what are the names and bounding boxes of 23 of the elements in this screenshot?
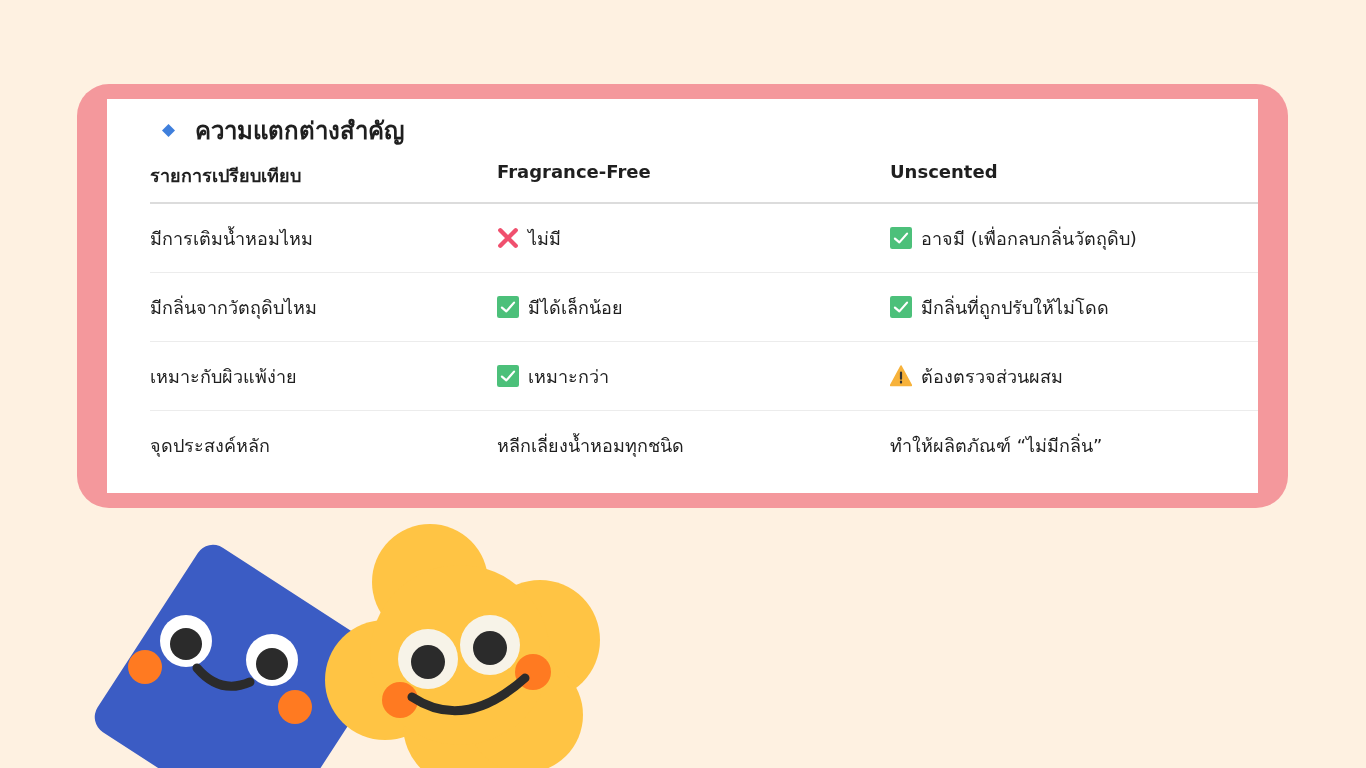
table-cell-text: เหมาะกับผิวแพ้ง่าย [150,364,297,389]
table-cell-text: มีการเติมน้ำหอมไหม [150,225,313,251]
check-icon [497,365,519,387]
warning-icon [890,365,912,387]
table-cell-text: อาจมี (เพื่อกลบกลิ่นวัตถุดิบ) [921,225,1137,252]
table-cell-text: ไม่มี [528,226,561,251]
table-cell-text: ทำให้ผลิตภัณฑ์ “ไม่มีกลิ่น” [890,432,1103,458]
section-title: ความแตกต่างสำคัญ [195,115,404,147]
check-icon [890,296,912,318]
table-cell-text: มีได้เล็กน้อย [528,295,623,320]
check-icon [497,296,519,318]
cross-icon [497,227,519,249]
table-cell-text: จุดประสงค์หลัก [150,433,270,459]
table-cell-text: เหมาะกว่า [528,364,609,389]
column-header: Fragrance-Free [497,161,652,182]
check-icon [890,227,912,249]
table-cell-text: ต้องตรวจส่วนผสม [921,364,1063,389]
table-cell-text: หลีกเลี่ยงน้ำหอมทุกชนิด [497,432,684,459]
diamond-icon [162,123,175,137]
table-cell-text: มีกลิ่นที่ถูกปรับให้ไม่โดด [921,294,1109,321]
column-header: รายการเปรียบเทียบ [150,164,302,188]
column-header: Unscented [890,161,999,182]
table-cell-text: มีกลิ่นจากวัตถุดิบไหม [150,294,317,321]
